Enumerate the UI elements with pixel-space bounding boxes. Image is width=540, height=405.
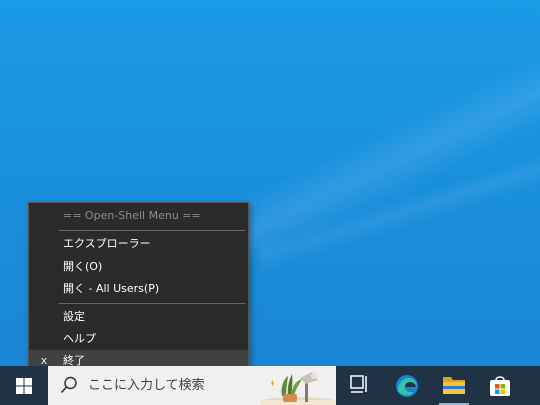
- taskbar: ここに入力して検索: [0, 366, 540, 405]
- edge-taskbar-button[interactable]: [384, 366, 430, 405]
- menu-separator: [59, 303, 245, 304]
- file-explorer-icon: [443, 377, 465, 394]
- start-button[interactable]: [0, 366, 48, 405]
- task-view-icon: [350, 375, 367, 393]
- open-shell-context-menu: == Open-Shell Menu == エクスプローラー 開く(O) 開く …: [28, 202, 249, 372]
- menu-item-settings[interactable]: 設定: [29, 306, 248, 328]
- file-explorer-taskbar-button[interactable]: [431, 366, 477, 405]
- microsoft-store-taskbar-button[interactable]: [477, 366, 523, 405]
- menu-item-open[interactable]: 開く(O): [29, 256, 248, 278]
- edge-icon: [396, 375, 418, 397]
- menu-header: == Open-Shell Menu ==: [63, 209, 201, 222]
- menu-item-explorer[interactable]: エクスプローラー: [29, 233, 248, 255]
- menu-item-help[interactable]: ヘルプ: [29, 328, 248, 350]
- windows-start-icon: [16, 378, 32, 394]
- microsoft-store-icon: [490, 376, 510, 396]
- search-icon: [60, 376, 77, 394]
- menu-separator: [59, 230, 245, 231]
- task-view-button[interactable]: [336, 366, 382, 405]
- menu-item-open-all-users[interactable]: 開く - All Users(P): [29, 278, 248, 300]
- search-placeholder: ここに入力して検索: [88, 378, 205, 393]
- search-highlight-illustration: [260, 372, 336, 405]
